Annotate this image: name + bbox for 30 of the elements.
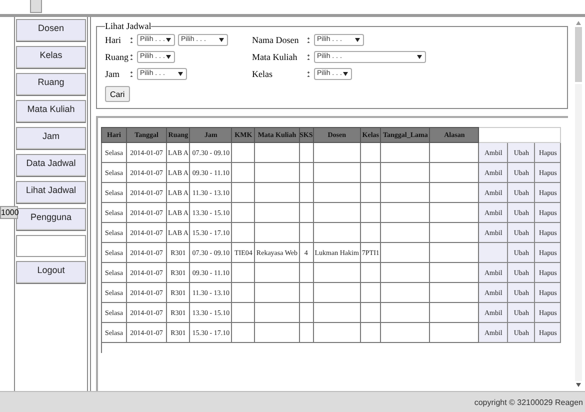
field-label: Jam [105, 68, 120, 78]
menu-item[interactable]: Ruang [16, 73, 86, 96]
panel-legend: Lihat Jadwal [105, 21, 152, 31]
search-button[interactable]: Cari [105, 86, 130, 102]
scroll-down-icon[interactable] [576, 383, 581, 387]
menu-blank [16, 235, 86, 257]
field-label: Nama Dosen [252, 34, 300, 44]
field-label: Ruang [105, 52, 127, 62]
scroll-up-icon[interactable] [576, 21, 581, 25]
field-label: Hari [105, 34, 122, 44]
menu-item[interactable]: Mata Kuliah [16, 100, 86, 123]
caret-icon [343, 72, 348, 76]
menu-item[interactable]: Dosen [16, 19, 86, 42]
scroll-thumb[interactable] [575, 27, 582, 82]
menu-item[interactable]: Kelas [16, 46, 86, 69]
field-label: Mata Kuliah [252, 52, 298, 62]
menu-item[interactable]: Logout [16, 261, 86, 284]
menu-item[interactable]: Lihat Jadwal [16, 181, 86, 204]
menu-item[interactable]: Jam [16, 127, 86, 150]
window-tab[interactable] [30, 0, 42, 13]
caret-icon [166, 38, 171, 42]
side-tab[interactable]: 1000 [0, 206, 18, 219]
caret-icon [417, 54, 422, 58]
menu-item[interactable]: Data Jadwal [16, 154, 86, 177]
copyright-text: copyright © 32100029 Reagen [474, 398, 583, 406]
caret-icon [219, 38, 224, 42]
caret-icon [355, 38, 360, 42]
caret-icon [178, 72, 183, 76]
field-label: Kelas [252, 68, 274, 78]
caret-icon [166, 54, 171, 58]
